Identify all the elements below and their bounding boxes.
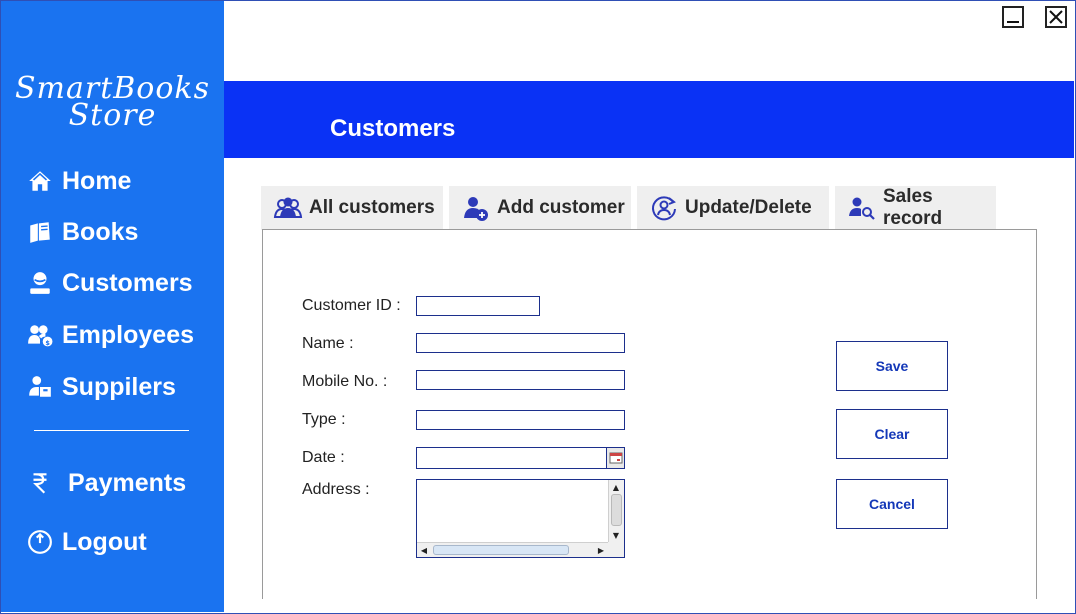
name-field[interactable]: [416, 333, 625, 353]
address-vertical-scrollbar[interactable]: ▲ ▼: [608, 480, 624, 542]
type-field[interactable]: [416, 410, 625, 430]
address-field[interactable]: [417, 480, 608, 542]
scroll-thumb-horizontal[interactable]: [433, 545, 569, 555]
tab-sales-record[interactable]: Sales record: [835, 186, 996, 230]
tab-label: Update/Delete: [685, 197, 812, 218]
suppliers-icon: [26, 373, 54, 401]
search-user-icon: [847, 194, 877, 222]
sidebar-item-label: Books: [62, 217, 139, 246]
name-label: Name :: [302, 335, 354, 352]
customer-icon: [26, 269, 54, 297]
page-title: Customers: [330, 115, 456, 142]
users-icon: [273, 194, 303, 222]
close-icon: [1049, 10, 1063, 24]
page-header: Customers: [224, 81, 1074, 158]
add-user-icon: [461, 194, 491, 222]
tab-update-delete[interactable]: Update/Delete: [637, 186, 829, 230]
clear-button[interactable]: Clear: [836, 409, 948, 459]
logo-line-2: Store: [68, 98, 157, 133]
sidebar-item-customers[interactable]: Customers: [26, 266, 193, 300]
sidebar-item-home[interactable]: Home: [26, 164, 131, 198]
tab-label: All customers: [309, 197, 435, 218]
sidebar-item-label: Payments: [68, 468, 187, 497]
tab-label: Add customer: [497, 197, 625, 218]
sidebar-item-label: Employees: [62, 320, 195, 349]
date-field[interactable]: [417, 448, 606, 468]
scroll-left-icon[interactable]: ◀: [417, 543, 431, 557]
minimize-button[interactable]: [1002, 6, 1024, 28]
address-label: Address :: [302, 481, 370, 498]
home-icon: [26, 167, 54, 195]
cancel-button[interactable]: Cancel: [836, 479, 948, 529]
svg-text:$: $: [45, 339, 50, 347]
sidebar-item-label: Customers: [62, 268, 193, 297]
type-label: Type :: [302, 411, 346, 428]
sidebar-item-employees[interactable]: $ Employees: [26, 318, 194, 352]
save-button[interactable]: Save: [836, 341, 948, 391]
tab-add-customer[interactable]: Add customer: [449, 186, 631, 230]
mobile-field[interactable]: [416, 370, 625, 390]
scroll-up-icon[interactable]: ▲: [609, 480, 623, 494]
sidebar-divider: [34, 430, 189, 431]
scroll-down-icon[interactable]: ▼: [609, 528, 623, 542]
refresh-user-icon: [649, 194, 679, 222]
customer-id-label: Customer ID :: [302, 297, 401, 314]
scroll-thumb-vertical[interactable]: [611, 494, 622, 526]
address-horizontal-scrollbar[interactable]: ◀ ▶: [417, 542, 608, 557]
date-picker-button[interactable]: [606, 448, 624, 468]
tab-label: Sales record: [883, 186, 943, 229]
rupee-icon: [26, 469, 54, 497]
minimize-icon: [1007, 21, 1019, 23]
app-logo: SmartBooks Store: [1, 74, 224, 133]
sidebar-item-books[interactable]: Books: [26, 215, 138, 249]
calendar-icon: [609, 452, 622, 464]
employees-icon: $: [26, 321, 54, 349]
sidebar-item-label: Suppilers: [62, 372, 176, 401]
sidebar-item-label: Home: [62, 166, 132, 195]
sidebar-item-suppliers[interactable]: Suppilers: [26, 370, 176, 404]
mobile-label: Mobile No. :: [302, 373, 388, 390]
tab-all-customers[interactable]: All customers: [261, 186, 443, 230]
power-icon: [26, 528, 54, 556]
scroll-right-icon[interactable]: ▶: [594, 543, 608, 557]
customer-id-field[interactable]: [416, 296, 540, 316]
close-button[interactable]: [1045, 6, 1067, 28]
books-icon: [26, 218, 54, 246]
date-label: Date :: [302, 449, 345, 466]
sidebar: SmartBooks Store: [1, 1, 224, 612]
sidebar-item-logout[interactable]: Logout: [26, 525, 147, 559]
sidebar-item-payments[interactable]: Payments: [26, 466, 186, 500]
address-area: ▲ ▼ ◀ ▶: [416, 479, 625, 558]
sidebar-item-label: Logout: [62, 527, 147, 556]
scrollbar-corner: [608, 542, 624, 557]
date-picker: [416, 447, 625, 469]
